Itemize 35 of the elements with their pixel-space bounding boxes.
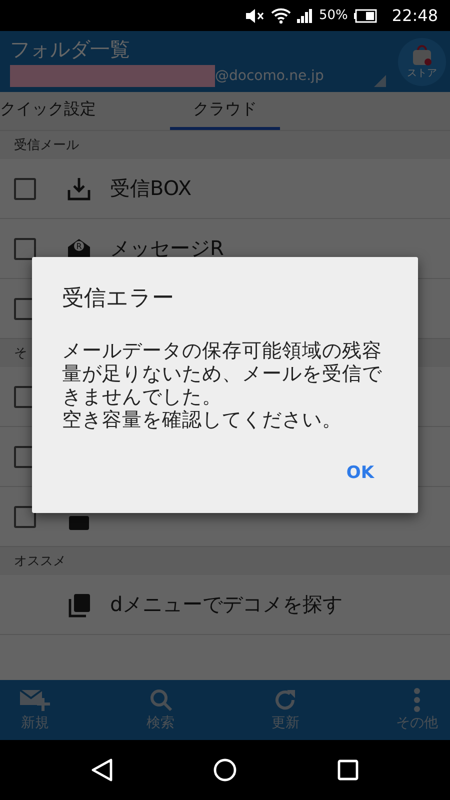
battery-percent: 50%: [318, 8, 348, 23]
more-icon: [412, 688, 421, 712]
refresh-icon: [273, 688, 298, 712]
ok-button[interactable]: OK: [338, 459, 382, 487]
shopping-bag-icon: [411, 44, 433, 66]
home-icon[interactable]: [213, 758, 237, 782]
clock: 22:48: [392, 6, 438, 25]
search-icon: [148, 688, 173, 712]
recents-icon[interactable]: [337, 759, 359, 781]
section-label: そ: [14, 345, 27, 362]
toolbar-button[interactable]: 更新: [271, 680, 300, 740]
section-label: オススメ: [14, 553, 66, 570]
download-tray-icon: [66, 176, 92, 202]
screen-title: フォルダ一覧: [10, 36, 131, 63]
folder-name: dメニューでデコメを探す: [110, 591, 343, 618]
account-address[interactable]: @docomo.ne.jp: [215, 68, 324, 84]
checkbox[interactable]: [14, 178, 36, 200]
dialog-message: メールデータの保存可能領域の残容量が足りないため、メールを受信できませんでした。: [62, 339, 383, 408]
toolbar-button[interactable]: その他: [396, 680, 438, 740]
dialog-message: 空き容量を確認してください。: [62, 408, 343, 431]
toolbar-button[interactable]: 検索: [146, 680, 175, 740]
copy-icon: [66, 592, 92, 618]
mute-icon: [244, 8, 265, 22]
wifi-icon: [270, 8, 291, 24]
signal-icon: [296, 8, 313, 22]
back-icon[interactable]: [91, 758, 113, 782]
toolbar-button[interactable]: 新規: [20, 680, 50, 740]
battery-icon: [354, 8, 378, 22]
tab[interactable]: クイック設定: [0, 92, 110, 130]
new-mail-icon: [20, 688, 50, 712]
folder-name: 受信BOX: [110, 175, 192, 202]
dialog-title: 受信エラー: [62, 285, 175, 313]
section-label: 受信メール: [14, 137, 79, 154]
store-button[interactable]: ストア: [398, 38, 446, 86]
folder-name: メッセージR: [110, 235, 224, 262]
